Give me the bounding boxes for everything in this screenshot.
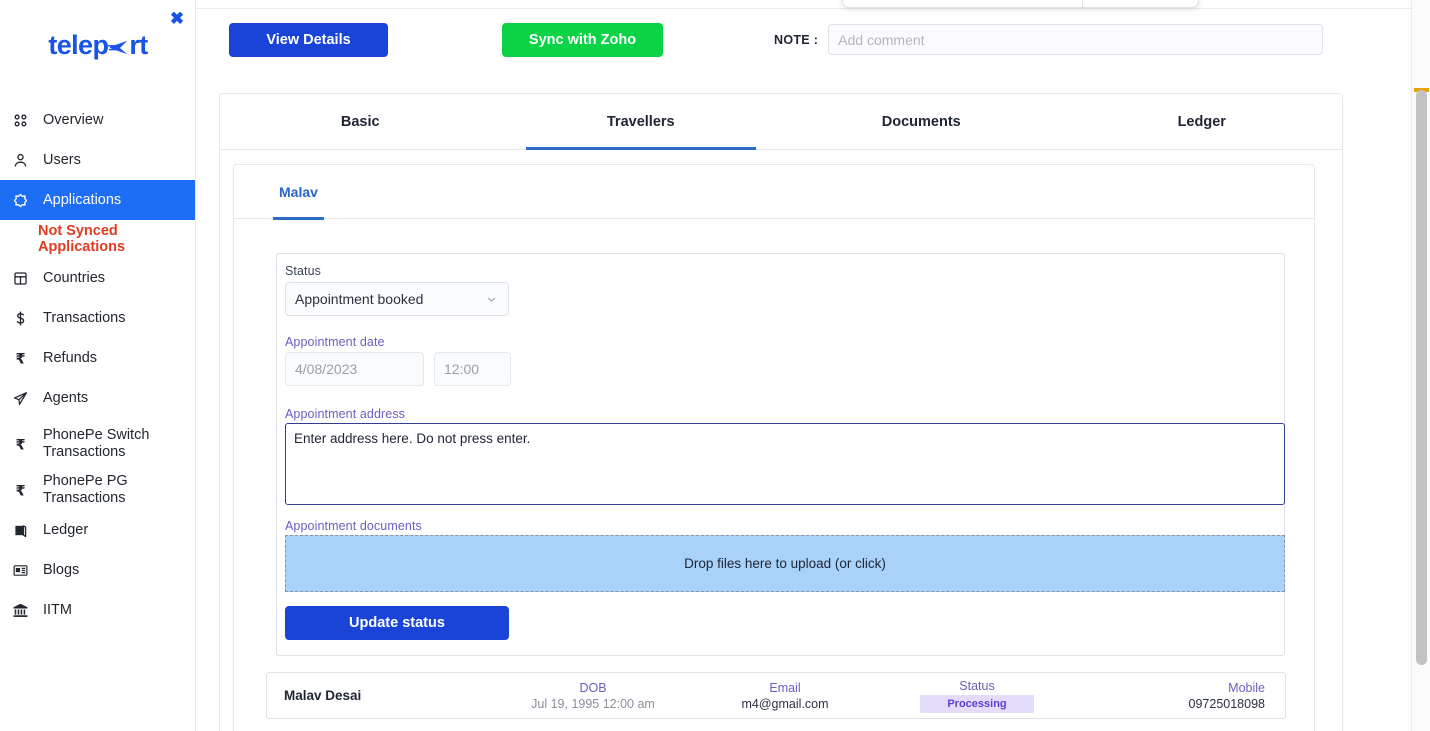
sidebar-item-label: Blogs (43, 562, 79, 579)
svg-text:₹: ₹ (15, 483, 25, 498)
tab-ledger[interactable]: Ledger (1062, 94, 1343, 149)
brand-text-before: telep (48, 32, 108, 59)
column-header-mobile: Mobile (1228, 681, 1265, 695)
travellers-panel: Malav Status Appointment booked Appointm… (233, 164, 1315, 731)
sidebar-item-countries[interactable]: Countries (0, 258, 196, 298)
rupee-icon: ₹ (11, 435, 30, 454)
update-status-button[interactable]: Update status (285, 606, 509, 640)
note-label: NOTE : (774, 33, 818, 47)
scrollbar-thumb[interactable] (1416, 90, 1427, 665)
send-icon (11, 389, 30, 408)
svg-text:₹: ₹ (15, 351, 25, 366)
appointment-documents-label: Appointment documents (285, 519, 422, 533)
main-content: View Details Sync with Zoho NOTE : Basic… (196, 0, 1412, 731)
tab-bar: Basic Travellers Documents Ledger (220, 94, 1342, 150)
sidebar-item-label: Transactions (43, 310, 125, 327)
sidebar-item-phonepe-pg-transactions[interactable]: ₹ PhonePe PG Transactions (0, 470, 196, 510)
sidebar-item-label: Overview (43, 112, 103, 129)
book-icon (11, 269, 30, 288)
bank-icon (11, 601, 30, 620)
traveller-subtab-bar: Malav (234, 165, 1314, 219)
traveller-dob-cell: DOB Jul 19, 1995 12:00 am (497, 681, 689, 711)
action-toolbar: View Details Sync with Zoho NOTE : (196, 0, 1412, 82)
traveller-email-cell: Email m4@gmail.com (689, 681, 881, 711)
column-header-dob: DOB (579, 681, 606, 695)
sidebar-item-phonepe-switch-transactions[interactable]: ₹ PhonePe Switch Transactions (0, 418, 196, 470)
appointment-date-label: Appointment date (285, 335, 385, 349)
sidebar-item-iitm[interactable]: IITM (0, 590, 196, 630)
sidebar-item-blogs[interactable]: Blogs (0, 550, 196, 590)
note-input[interactable] (828, 24, 1323, 55)
sidebar-item-overview[interactable]: Overview (0, 100, 196, 140)
brand-text-after: rt (129, 32, 147, 59)
app-root: ✖ telep rt (0, 0, 1430, 731)
status-label: Status (285, 264, 321, 278)
sidebar: ✖ telep rt (0, 0, 196, 731)
traveller-summary-row[interactable]: Malav Desai DOB Jul 19, 1995 12:00 am Em… (266, 672, 1286, 719)
brand-logo: telep rt (0, 26, 196, 64)
sidebar-item-users[interactable]: Users (0, 140, 196, 180)
sidebar-item-agents[interactable]: Agents (0, 378, 196, 418)
traveller-dob-value: Jul 19, 1995 12:00 am (531, 697, 655, 711)
appointment-address-label: Appointment address (285, 407, 405, 421)
sidebar-item-label: PhonePe Switch Transactions (43, 427, 173, 460)
file-dropzone[interactable]: Drop files here to upload (or click) (285, 535, 1285, 592)
appointment-form: Status Appointment booked Appointment da… (276, 253, 1285, 656)
sidebar-item-label: Countries (43, 270, 105, 287)
note-field-group: NOTE : (774, 24, 1323, 55)
appointment-address-textarea[interactable] (285, 423, 1285, 505)
sidebar-item-label: Refunds (43, 350, 97, 367)
sidebar-item-applications[interactable]: Applications (0, 180, 196, 220)
appointment-time-input[interactable] (434, 352, 511, 386)
sidebar-item-label: Ledger (43, 522, 88, 539)
traveller-email-value: m4@gmail.com (741, 697, 828, 711)
newspaper-icon (11, 561, 30, 580)
status-badge: Processing (920, 695, 1034, 713)
status-select[interactable]: Appointment booked (285, 282, 509, 316)
sidebar-item-ledger[interactable]: Ledger (0, 510, 196, 550)
traveller-name: Malav Desai (267, 688, 497, 703)
badge-icon (11, 191, 30, 210)
sidebar-sub-label: Not Synced Applications (38, 223, 196, 255)
sidebar-item-not-synced-applications[interactable]: Not Synced Applications (0, 220, 196, 258)
tab-basic[interactable]: Basic (220, 94, 501, 149)
grid-icon (11, 111, 30, 130)
sidebar-item-label: PhonePe PG Transactions (43, 473, 196, 506)
sidebar-item-label: Agents (43, 390, 88, 407)
svg-text:₹: ₹ (15, 437, 25, 452)
paper-plane-logo-icon (107, 36, 130, 59)
ledger-book-icon (11, 521, 30, 540)
subtab-malav[interactable]: Malav (275, 165, 322, 219)
dollar-icon (11, 309, 30, 328)
traveller-mobile-cell: Mobile 09725018098 (1073, 681, 1285, 711)
application-detail-card: Basic Travellers Documents Ledger Malav … (219, 93, 1343, 731)
user-icon (11, 151, 30, 170)
rupee-icon: ₹ (11, 349, 30, 368)
sidebar-item-label: Users (43, 152, 81, 169)
dropzone-text: Drop files here to upload (or click) (684, 556, 886, 571)
page-scrollbar[interactable] (1412, 0, 1430, 731)
sidebar-item-label: Applications (43, 192, 121, 209)
column-header-status: Status (959, 679, 994, 693)
column-header-email: Email (769, 681, 800, 695)
sidebar-nav: Overview Users Applications (0, 100, 196, 630)
sidebar-item-refunds[interactable]: ₹ Refunds (0, 338, 196, 378)
tab-documents[interactable]: Documents (781, 94, 1062, 149)
sidebar-item-label: IITM (43, 602, 72, 619)
tab-travellers[interactable]: Travellers (501, 94, 782, 149)
view-details-button[interactable]: View Details (229, 23, 388, 57)
sync-with-zoho-button[interactable]: Sync with Zoho (502, 23, 663, 57)
traveller-status-cell: Status Processing (881, 679, 1073, 713)
appointment-date-input[interactable] (285, 352, 424, 386)
rupee-icon: ₹ (11, 481, 30, 500)
traveller-mobile-value: 09725018098 (1189, 697, 1265, 711)
sidebar-item-transactions[interactable]: Transactions (0, 298, 196, 338)
